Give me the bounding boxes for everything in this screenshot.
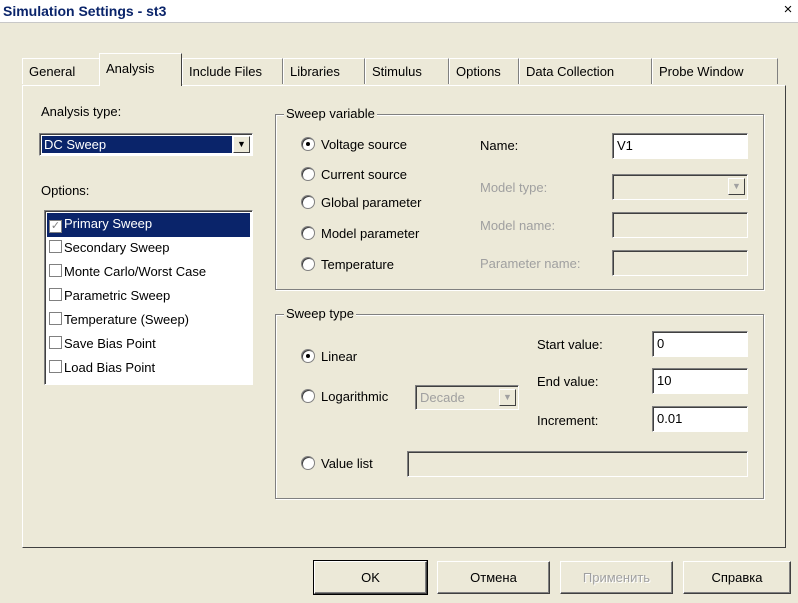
radio-selected-icon[interactable]: [301, 349, 315, 363]
radio-global-parameter[interactable]: Global parameter: [301, 194, 421, 212]
option-label: Parametric Sweep: [64, 288, 171, 303]
checkbox-icon[interactable]: [49, 288, 62, 301]
chevron-down-icon[interactable]: ▼: [728, 178, 745, 195]
tab-include-files[interactable]: Include Files: [182, 58, 283, 84]
option-label: Monte Carlo/Worst Case: [64, 264, 207, 279]
radio-icon[interactable]: [301, 195, 315, 209]
radio-label: Model parameter: [321, 226, 420, 241]
checkbox-icon[interactable]: [49, 240, 62, 253]
tab-stimulus[interactable]: Stimulus: [365, 58, 449, 84]
option-label: Secondary Sweep: [64, 240, 170, 255]
checkbox-icon[interactable]: [49, 360, 62, 373]
sweep-type-legend: Sweep type: [284, 306, 356, 321]
list-item[interactable]: Load Bias Point: [47, 357, 250, 381]
tab-probe-window[interactable]: Probe Window: [652, 58, 778, 84]
radio-icon[interactable]: [301, 226, 315, 240]
log-scale-value: Decade: [420, 390, 465, 405]
model-name-label: Model name:: [480, 218, 556, 233]
window-title: Simulation Settings - st3: [3, 3, 167, 19]
analysis-type-select[interactable]: DC Sweep ▼: [39, 133, 253, 156]
ok-button[interactable]: OK: [313, 560, 428, 595]
name-label: Name:: [480, 138, 519, 153]
tab-options[interactable]: Options: [449, 58, 519, 84]
checkbox-icon[interactable]: [49, 312, 62, 325]
radio-label: Value list: [321, 456, 373, 471]
radio-logarithmic[interactable]: Logarithmic: [301, 388, 388, 406]
radio-icon[interactable]: [301, 456, 315, 470]
model-type-label: Model type:: [480, 180, 548, 195]
radio-current-source[interactable]: Current source: [301, 166, 407, 184]
checkbox-icon[interactable]: [49, 336, 62, 349]
option-label: Load Bias Point: [64, 360, 156, 375]
checkbox-checked-icon[interactable]: ✓: [49, 220, 62, 233]
option-label: Save Bias Point: [64, 336, 156, 351]
tab-analysis[interactable]: Analysis: [99, 53, 182, 86]
radio-value-list[interactable]: Value list: [301, 455, 373, 473]
options-list[interactable]: ✓ Primary Sweep Secondary Sweep Monte Car…: [44, 210, 253, 385]
radio-model-parameter[interactable]: Model parameter: [301, 225, 419, 243]
parameter-name-input[interactable]: [612, 250, 748, 276]
radio-label: Logarithmic: [321, 389, 389, 404]
radio-temperature[interactable]: Temperature: [301, 256, 394, 274]
apply-button[interactable]: Применить: [560, 561, 673, 594]
chevron-down-icon[interactable]: ▼: [499, 389, 516, 406]
option-label: Temperature (Sweep): [64, 312, 189, 327]
increment-label: Increment:: [537, 413, 599, 428]
help-button[interactable]: Справка: [683, 561, 791, 594]
radio-icon[interactable]: [301, 167, 315, 181]
close-icon[interactable]: ×: [780, 2, 796, 18]
radio-icon[interactable]: [301, 257, 315, 271]
start-value-input[interactable]: 0: [652, 331, 748, 357]
end-value-label: End value:: [537, 374, 599, 389]
radio-icon[interactable]: [301, 389, 315, 403]
value-list-input[interactable]: [407, 451, 748, 477]
title-bar: Simulation Settings - st3 ×: [0, 0, 798, 23]
sweep-variable-legend: Sweep variable: [284, 106, 377, 121]
analysis-type-value: DC Sweep: [42, 136, 232, 153]
radio-label: Linear: [321, 349, 358, 364]
option-label: Primary Sweep: [64, 216, 153, 231]
log-scale-select[interactable]: Decade ▼: [415, 385, 519, 410]
list-item[interactable]: Save Bias Point: [47, 333, 250, 357]
tab-libraries[interactable]: Libraries: [283, 58, 365, 84]
tab-data-collection[interactable]: Data Collection: [519, 58, 652, 84]
tab-general[interactable]: General: [22, 58, 101, 84]
cancel-button[interactable]: Отмена: [437, 561, 550, 594]
start-value-label: Start value:: [537, 337, 603, 352]
list-item[interactable]: Parametric Sweep: [47, 285, 250, 309]
radio-label: Global parameter: [321, 195, 422, 210]
analysis-type-label: Analysis type:: [41, 104, 122, 119]
options-label: Options:: [41, 183, 90, 198]
list-item[interactable]: ✓ Primary Sweep: [47, 213, 250, 237]
end-value-input[interactable]: 10: [652, 368, 748, 394]
radio-voltage-source[interactable]: Voltage source: [301, 136, 407, 154]
model-type-select[interactable]: ▼: [612, 174, 748, 200]
radio-label: Voltage source: [321, 137, 408, 152]
checkbox-icon[interactable]: [49, 264, 62, 277]
model-name-input[interactable]: [612, 212, 748, 238]
radio-linear[interactable]: Linear: [301, 348, 357, 366]
tab-strip: General Analysis Include Files Libraries…: [22, 53, 782, 86]
radio-label: Current source: [321, 167, 407, 182]
radio-label: Temperature: [321, 257, 394, 272]
increment-input[interactable]: 0.01: [652, 406, 748, 432]
name-input[interactable]: V1: [612, 133, 748, 159]
parameter-name-label: Parameter name:: [480, 256, 581, 271]
list-item[interactable]: Secondary Sweep: [47, 237, 250, 261]
list-item[interactable]: Monte Carlo/Worst Case: [47, 261, 250, 285]
list-item[interactable]: Temperature (Sweep): [47, 309, 250, 333]
radio-selected-icon[interactable]: [301, 137, 315, 151]
chevron-down-icon[interactable]: ▼: [233, 136, 250, 153]
